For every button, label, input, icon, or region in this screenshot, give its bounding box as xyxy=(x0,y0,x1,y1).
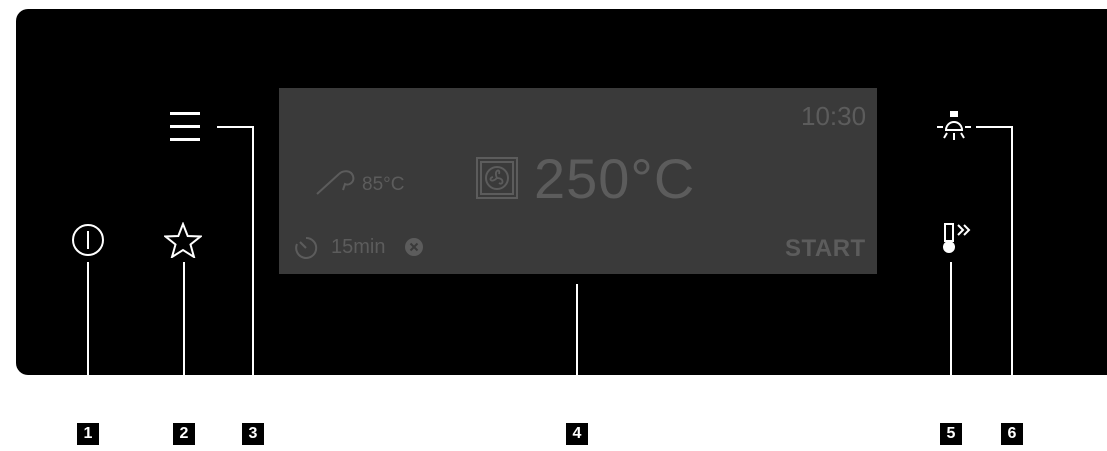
callout-line-6 xyxy=(976,126,1013,128)
oven-temperature: 250°C xyxy=(534,147,696,210)
power-icon[interactable] xyxy=(70,222,106,258)
timer-icon xyxy=(295,236,318,259)
callout-number: 1 xyxy=(77,423,99,445)
star-icon[interactable] xyxy=(164,222,202,258)
callout-number: 3 xyxy=(242,423,264,445)
callout-line-1 xyxy=(87,262,89,423)
timer-value: 15min xyxy=(331,236,386,258)
callout-line-2 xyxy=(183,262,185,423)
callout-line-5 xyxy=(950,262,952,423)
callout-line-3 xyxy=(217,126,254,128)
cancel-icon[interactable] xyxy=(403,236,425,258)
callout-line-6 xyxy=(1011,126,1013,423)
meat-probe-icon xyxy=(316,170,355,195)
clock-time: 10:30 xyxy=(801,101,867,131)
fan-heating-icon xyxy=(476,157,518,199)
start-button[interactable]: START xyxy=(785,235,866,263)
fast-heat-up-icon[interactable] xyxy=(932,222,976,254)
callout-line-3 xyxy=(252,126,254,423)
light-icon[interactable] xyxy=(935,110,973,142)
oven-display[interactable]: 10:30 85°C 250°C 15min START xyxy=(279,88,877,274)
menu-icon[interactable] xyxy=(170,111,200,143)
callout-number: 2 xyxy=(173,423,195,445)
callout-number: 5 xyxy=(940,423,962,445)
probe-temperature: 85°C xyxy=(362,174,405,195)
callout-number: 4 xyxy=(566,423,588,445)
callout-number: 6 xyxy=(1001,423,1023,445)
callout-line-4 xyxy=(576,284,578,423)
